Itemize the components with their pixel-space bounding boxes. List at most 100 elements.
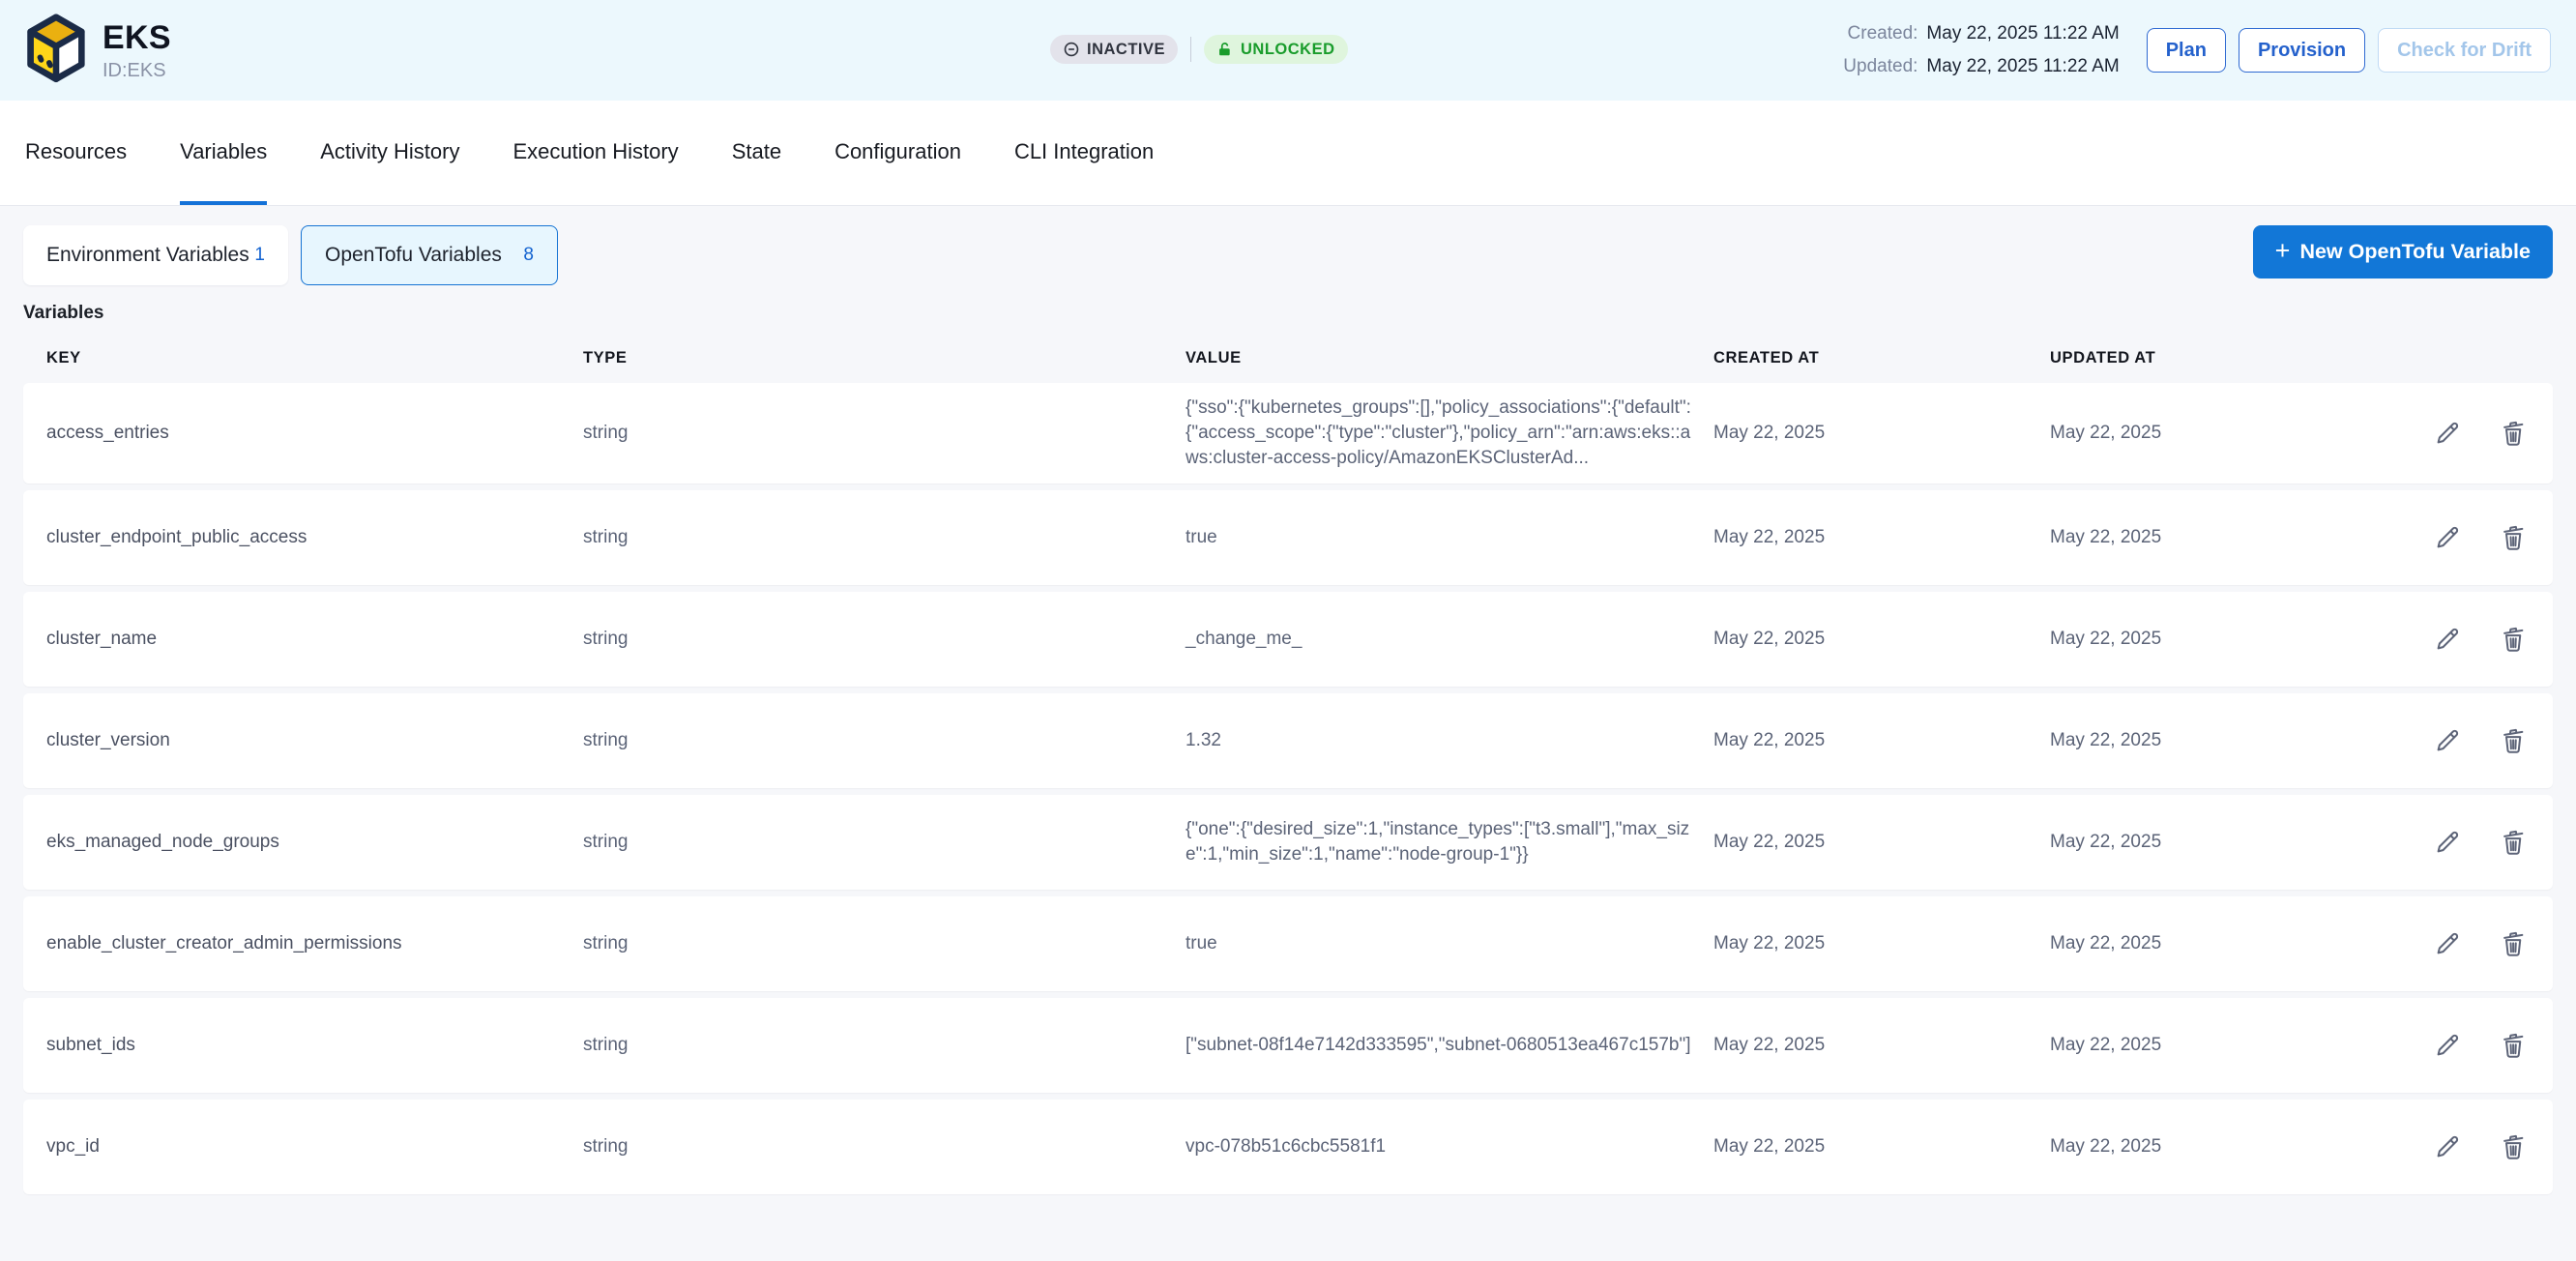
- pencil-icon: [2433, 523, 2462, 552]
- table-row: cluster_endpoint_public_access string tr…: [23, 490, 2553, 585]
- provision-button[interactable]: Provision: [2239, 28, 2365, 73]
- delete-variable-button[interactable]: [2499, 625, 2528, 654]
- variable-value: 1.32: [1186, 728, 1713, 753]
- tab-state[interactable]: State: [732, 101, 781, 205]
- delete-variable-button[interactable]: [2499, 726, 2528, 755]
- variable-key: enable_cluster_creator_admin_permissions: [46, 931, 583, 956]
- variable-key: cluster_endpoint_public_access: [46, 525, 583, 550]
- column-header-type: TYPE: [583, 349, 1186, 367]
- tab-activity-history[interactable]: Activity History: [320, 101, 459, 205]
- variable-key: access_entries: [46, 421, 583, 446]
- tab-label: OpenTofu Variables: [325, 244, 502, 267]
- variable-value: true: [1186, 525, 1713, 550]
- updated-at: May 22, 2025: [2050, 1134, 2321, 1159]
- minus-circle-icon: [1063, 41, 1080, 58]
- delete-variable-button[interactable]: [2499, 929, 2528, 958]
- delete-variable-button[interactable]: [2499, 419, 2528, 448]
- table-row: access_entries string {"sso":{"kubernete…: [23, 383, 2553, 484]
- variable-type: string: [583, 525, 1186, 550]
- variable-key: cluster_version: [46, 728, 583, 753]
- status-badge-unlocked: UNLOCKED: [1204, 35, 1348, 64]
- edit-variable-button[interactable]: [2433, 1031, 2462, 1060]
- app-header: EKS ID:EKS INACTIVE UNLOCKED Created: Ma…: [0, 0, 2576, 101]
- updated-label: Updated:: [1843, 56, 1917, 77]
- table-row: cluster_name string _change_me_ May 22, …: [23, 592, 2553, 687]
- column-header-key: KEY: [46, 349, 583, 367]
- variable-type: string: [583, 627, 1186, 652]
- table-row: cluster_version string 1.32 May 22, 2025…: [23, 693, 2553, 788]
- tab-environment-variables[interactable]: Environment Variables 1: [23, 225, 288, 285]
- edit-variable-button[interactable]: [2433, 828, 2462, 857]
- variable-value: vpc-078b51c6cbc5581f1: [1186, 1134, 1713, 1159]
- status-badge-inactive: INACTIVE: [1050, 35, 1178, 64]
- tab-resources[interactable]: Resources: [25, 101, 127, 205]
- variable-key: eks_managed_node_groups: [46, 830, 583, 855]
- column-header-created-at: CREATED AT: [1713, 349, 2050, 367]
- created-at: May 22, 2025: [1713, 627, 2050, 652]
- updated-value: May 22, 2025 11:22 AM: [1926, 56, 2119, 77]
- status-badge-label: INACTIVE: [1087, 41, 1165, 59]
- delete-variable-button[interactable]: [2499, 1132, 2528, 1161]
- created-at: May 22, 2025: [1713, 1033, 2050, 1058]
- pencil-icon: [2433, 929, 2462, 958]
- tab-count-badge: 1: [254, 245, 265, 266]
- plan-button[interactable]: Plan: [2147, 28, 2226, 73]
- page-title: EKS: [102, 19, 171, 57]
- edit-variable-button[interactable]: [2433, 929, 2462, 958]
- delete-variable-button[interactable]: [2499, 828, 2528, 857]
- pencil-icon: [2433, 828, 2462, 857]
- tab-opentofu-variables[interactable]: OpenTofu Variables 8: [301, 225, 558, 285]
- delete-variable-button[interactable]: [2499, 523, 2528, 552]
- header-actions: Plan Provision Check for Drift: [2147, 28, 2551, 73]
- variable-type-tabs: Environment Variables 1 OpenTofu Variabl…: [23, 225, 558, 285]
- created-at: May 22, 2025: [1713, 728, 2050, 753]
- status-badge-label: UNLOCKED: [1241, 41, 1335, 59]
- variable-value: {"one":{"desired_size":1,"instance_types…: [1186, 817, 1713, 867]
- trash-icon: [2499, 419, 2528, 448]
- pencil-icon: [2433, 625, 2462, 654]
- variable-value: ["subnet-08f14e7142d333595","subnet-0680…: [1186, 1033, 1713, 1058]
- button-label: New OpenTofu Variable: [2299, 240, 2531, 264]
- edit-variable-button[interactable]: [2433, 523, 2462, 552]
- tab-count-badge: 8: [523, 245, 534, 266]
- created-at: May 22, 2025: [1713, 525, 2050, 550]
- table-header-row: KEY TYPE VALUE CREATED AT UPDATED AT: [23, 324, 2553, 383]
- updated-at: May 22, 2025: [2050, 830, 2321, 855]
- column-header-value: VALUE: [1186, 349, 1713, 367]
- nav-tab-bar: Resources Variables Activity History Exe…: [0, 101, 2576, 206]
- badge-divider: [1190, 37, 1191, 62]
- edit-variable-button[interactable]: [2433, 419, 2462, 448]
- table-row: eks_managed_node_groups string {"one":{"…: [23, 795, 2553, 890]
- variable-value: {"sso":{"kubernetes_groups":[],"policy_a…: [1186, 396, 1713, 471]
- updated-at: May 22, 2025: [2050, 931, 2321, 956]
- variable-key: vpc_id: [46, 1134, 583, 1159]
- trash-icon: [2499, 828, 2528, 857]
- trash-icon: [2499, 929, 2528, 958]
- trash-icon: [2499, 1132, 2528, 1161]
- check-for-drift-button[interactable]: Check for Drift: [2378, 28, 2551, 73]
- created-value: May 22, 2025 11:22 AM: [1926, 23, 2119, 44]
- updated-at: May 22, 2025: [2050, 421, 2321, 446]
- delete-variable-button[interactable]: [2499, 1031, 2528, 1060]
- updated-at: May 22, 2025: [2050, 525, 2321, 550]
- created-at: May 22, 2025: [1713, 931, 2050, 956]
- tab-execution-history[interactable]: Execution History: [513, 101, 679, 205]
- tab-variables[interactable]: Variables: [180, 101, 267, 205]
- variable-type: string: [583, 1033, 1186, 1058]
- updated-at: May 22, 2025: [2050, 1033, 2321, 1058]
- variable-type: string: [583, 830, 1186, 855]
- variable-key: subnet_ids: [46, 1033, 583, 1058]
- edit-variable-button[interactable]: [2433, 1132, 2462, 1161]
- new-opentofu-variable-button[interactable]: + New OpenTofu Variable: [2253, 225, 2553, 279]
- table-row: enable_cluster_creator_admin_permissions…: [23, 896, 2553, 991]
- edit-variable-button[interactable]: [2433, 625, 2462, 654]
- tab-configuration[interactable]: Configuration: [834, 101, 961, 205]
- updated-at: May 22, 2025: [2050, 728, 2321, 753]
- created-at: May 22, 2025: [1713, 1134, 2050, 1159]
- pencil-icon: [2433, 1132, 2462, 1161]
- edit-variable-button[interactable]: [2433, 726, 2462, 755]
- created-at: May 22, 2025: [1713, 830, 2050, 855]
- created-label: Created:: [1843, 23, 1917, 44]
- tab-cli-integration[interactable]: CLI Integration: [1014, 101, 1154, 205]
- trash-icon: [2499, 523, 2528, 552]
